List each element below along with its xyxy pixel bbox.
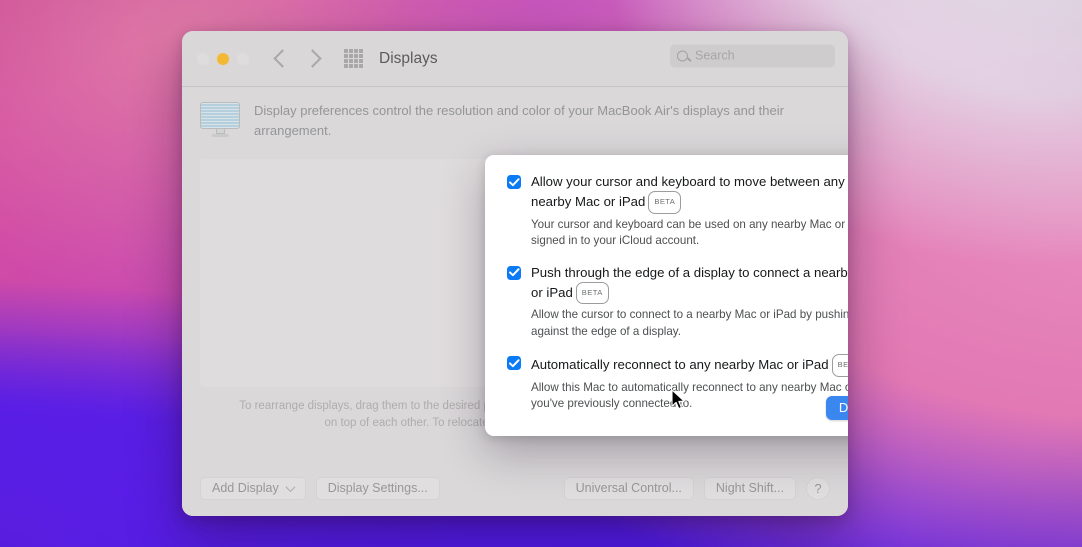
search-icon [677,50,688,62]
option-subtitle: Your cursor and keyboard can be used on … [531,217,848,248]
chevron-down-icon [285,481,296,492]
checkbox-auto-reconnect[interactable] [507,356,521,370]
add-display-label: Add Display [212,481,279,495]
forward-icon[interactable] [303,49,322,68]
display-settings-button[interactable]: Display Settings... [315,476,440,500]
window-titlebar: Displays Search [182,31,848,87]
option-title: Automatically reconnect to any nearby Ma… [531,354,848,377]
beta-badge: BETA [648,191,682,214]
beta-badge: BETA [575,281,609,304]
option-title: Push through the edge of a display to co… [531,264,848,304]
universal-control-sheet: Allow your cursor and keyboard to move b… [485,155,848,436]
zoom-button[interactable] [237,52,249,65]
traffic-light-group [197,52,249,65]
option-subtitle: Allow the cursor to connect to a nearby … [531,308,848,338]
display-monitor-icon [200,102,240,138]
description-text: Display preferences control the resoluti… [254,103,784,138]
help-button[interactable]: ? [806,476,830,500]
checkbox-cursor-keyboard[interactable] [507,175,521,189]
sheet-footer: Done [825,396,848,420]
option-body: Push through the edge of a display to co… [531,264,848,341]
checkbox-push-through-edge[interactable] [507,265,521,280]
search-placeholder: Search [695,48,735,63]
minimize-button[interactable] [217,52,229,65]
option-row-auto-reconnect[interactable]: Automatically reconnect to any nearby Ma… [507,354,848,413]
bottom-toolbar: Add Display Display Settings... Universa… [182,459,848,516]
option-subtitle: Allow this Mac to automatically reconnec… [531,380,848,411]
option-title-text: Allow your cursor and keyboard to move b… [531,174,845,209]
desktop-wallpaper: Displays Search Display preferences cont… [0,0,1082,547]
back-icon[interactable] [273,49,292,68]
close-button[interactable] [197,52,209,65]
option-body: Automatically reconnect to any nearby Ma… [531,354,848,413]
done-button[interactable]: Done [825,396,848,420]
description-row: Display preferences control the resoluti… [182,87,848,141]
option-row-push-through-edge[interactable]: Push through the edge of a display to co… [507,264,848,341]
option-title: Allow your cursor and keyboard to move b… [531,173,848,214]
navigation-controls [273,49,322,68]
beta-badge: BETA [831,354,848,377]
option-title-text: Automatically reconnect to any nearby Ma… [531,357,829,372]
option-row-cursor-keyboard[interactable]: Allow your cursor and keyboard to move b… [507,173,848,250]
show-all-grid-icon[interactable] [344,49,363,68]
displays-preferences-window: Displays Search Display preferences cont… [182,31,848,516]
option-body: Allow your cursor and keyboard to move b… [531,173,848,250]
add-display-button[interactable]: Add Display [200,476,306,500]
search-field[interactable]: Search [670,44,835,68]
universal-control-button[interactable]: Universal Control... [563,476,694,500]
window-title: Displays [379,49,438,67]
night-shift-button[interactable]: Night Shift... [703,476,796,500]
